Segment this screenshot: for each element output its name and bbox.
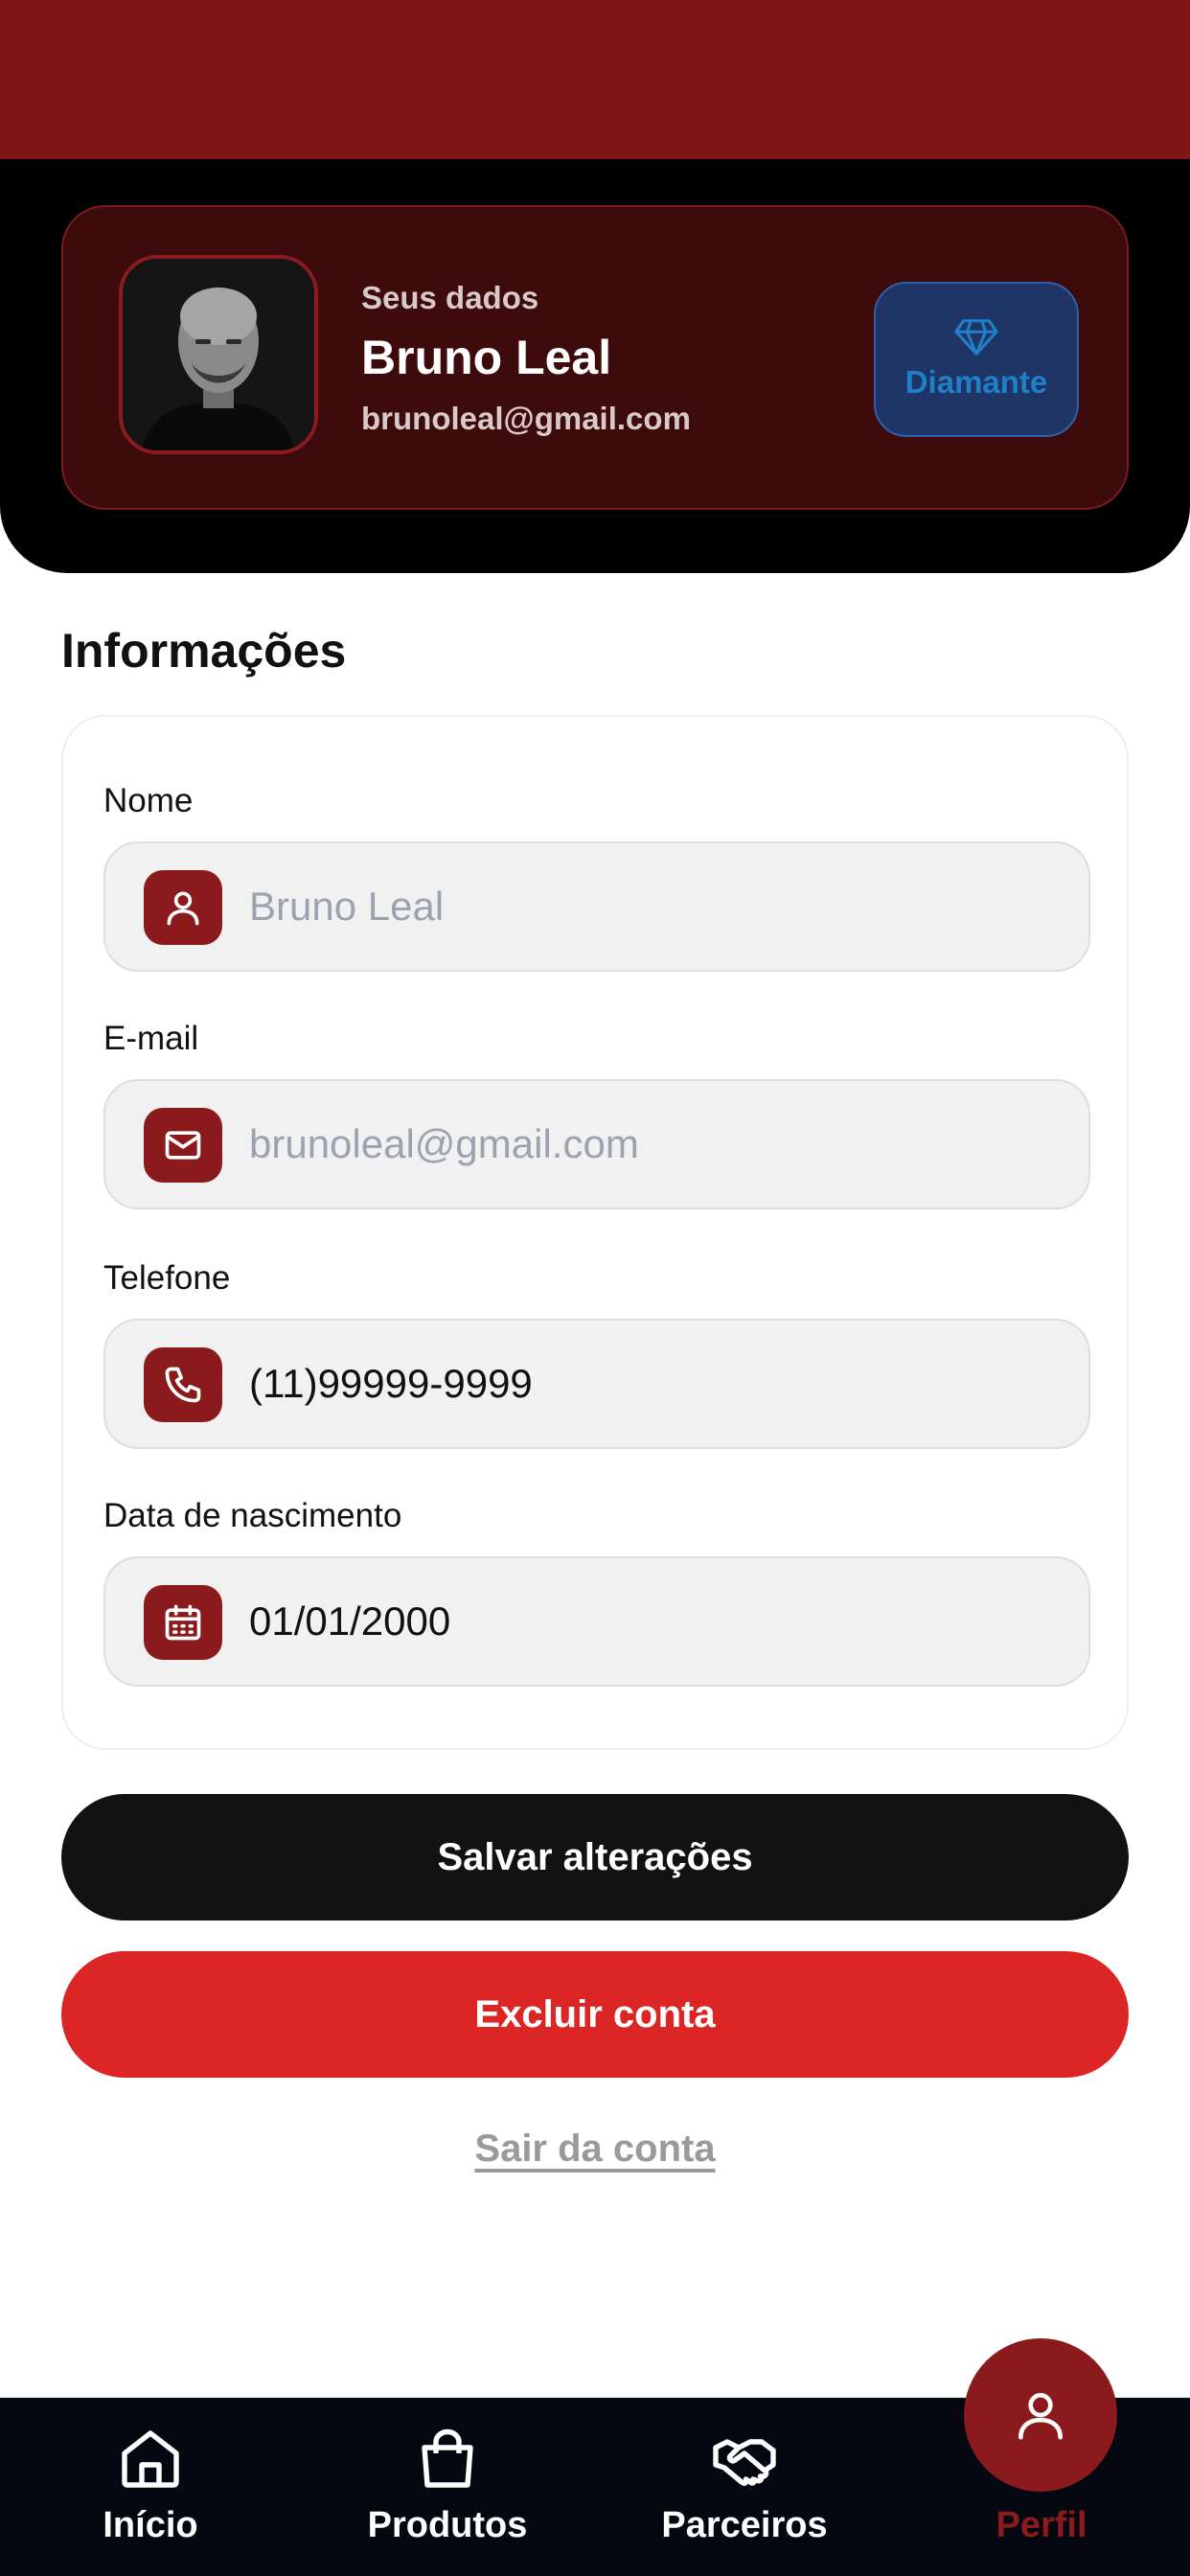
phone-field[interactable]: (11)99999-9999	[103, 1319, 1090, 1449]
email-label: E-mail	[103, 1020, 199, 1057]
name-label: Nome	[103, 782, 194, 819]
name-input[interactable]: Bruno Leal	[249, 843, 444, 970]
email-field[interactable]: brunoleal@gmail.com	[103, 1079, 1090, 1209]
avatar	[119, 255, 318, 454]
birthdate-field[interactable]: 01/01/2000	[103, 1556, 1090, 1687]
user-icon	[1018, 2393, 1063, 2440]
tier-label: Diamante	[904, 364, 1048, 400]
profile-subtitle: Seus dados	[361, 280, 539, 315]
nav-label-products: Produtos	[367, 2505, 528, 2545]
phone-input[interactable]: (11)99999-9999	[249, 1321, 533, 1447]
birthdate-input[interactable]: 01/01/2000	[249, 1558, 450, 1685]
email-input[interactable]: brunoleal@gmail.com	[249, 1081, 639, 1208]
nav-label-home: Início	[103, 2505, 198, 2545]
avatar-photo	[123, 259, 314, 450]
birthdate-label: Data de nascimento	[103, 1497, 402, 1534]
profile-card: Seus dados Bruno Leal brunoleal@gmail.co…	[61, 205, 1129, 510]
status-bar-area	[0, 0, 1190, 159]
diamond-icon	[954, 319, 998, 356]
home-icon	[122, 2430, 179, 2488]
save-button[interactable]: Salvar alterações	[61, 1794, 1129, 1920]
phone-label: Telefone	[103, 1259, 231, 1297]
nav-item-home[interactable]: Início	[31, 2398, 270, 2576]
logout-link[interactable]: Sair da conta	[0, 2128, 1190, 2171]
profile-email: brunoleal@gmail.com	[361, 401, 691, 436]
name-field[interactable]: Bruno Leal	[103, 841, 1090, 972]
shopping-bag-icon	[422, 2428, 473, 2488]
info-form: Nome Bruno Leal E-mail brunoleal@gmail.c…	[61, 715, 1129, 1750]
nav-item-partners[interactable]: Parceiros	[625, 2398, 864, 2576]
mail-icon	[144, 1108, 222, 1183]
profile-nav-button[interactable]	[964, 2338, 1117, 2492]
delete-account-button[interactable]: Excluir conta	[61, 1951, 1129, 2078]
profile-name: Bruno Leal	[361, 331, 612, 384]
nav-label-partners: Parceiros	[661, 2505, 828, 2545]
nav-label-profile: Perfil	[995, 2505, 1087, 2545]
calendar-icon	[144, 1585, 222, 1660]
section-title: Informações	[61, 624, 347, 678]
user-icon	[144, 870, 222, 945]
tier-badge[interactable]: Diamante	[874, 282, 1079, 437]
phone-icon	[144, 1347, 222, 1422]
handshake-icon	[713, 2439, 776, 2486]
nav-item-products[interactable]: Produtos	[328, 2398, 567, 2576]
